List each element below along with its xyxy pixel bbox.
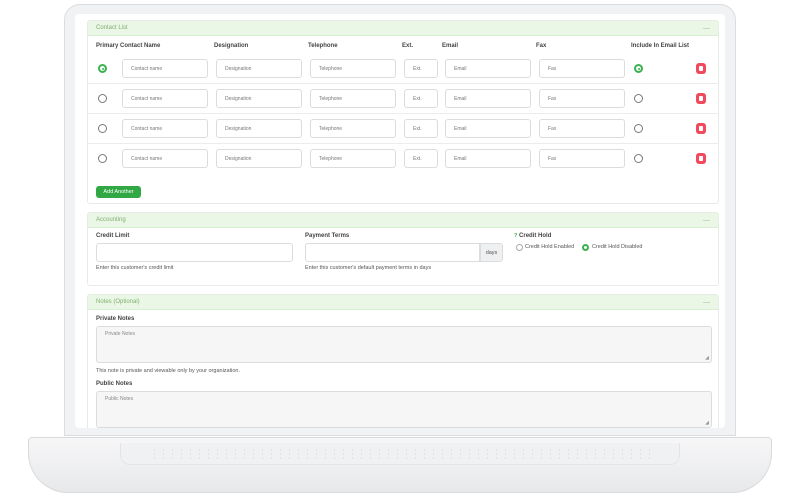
ext-input[interactable]: Ext. bbox=[404, 89, 438, 108]
accounting-section: Accounting — Credit Limit Enter this cus… bbox=[87, 212, 719, 286]
private-notes-label: Private Notes bbox=[96, 316, 135, 322]
days-addon: days bbox=[480, 243, 503, 262]
delete-icon[interactable] bbox=[696, 153, 706, 164]
credit-hold-label-group: ? Credit Hold bbox=[514, 233, 551, 239]
fax-input[interactable]: Fax bbox=[539, 119, 625, 138]
fax-input[interactable]: Fax bbox=[539, 59, 625, 78]
credit-hold-enabled-label[interactable]: Credit Hold Enabled bbox=[525, 244, 574, 250]
delete-icon[interactable] bbox=[696, 63, 706, 74]
primary-radio[interactable] bbox=[98, 154, 107, 163]
resize-handle-icon[interactable]: ◢ bbox=[705, 355, 709, 361]
section-title: Accounting bbox=[96, 217, 126, 223]
public-notes-placeholder: Public Notes bbox=[105, 396, 134, 402]
include-email-radio[interactable] bbox=[634, 64, 643, 73]
notes-header[interactable]: Notes (Optional) — bbox=[88, 295, 718, 310]
ext-input[interactable]: Ext. bbox=[404, 119, 438, 138]
header-telephone: Telephone bbox=[308, 43, 338, 49]
header-include-email: Include In Email List bbox=[631, 43, 690, 49]
include-email-radio[interactable] bbox=[634, 154, 643, 163]
header-ext: Ext. bbox=[402, 43, 414, 49]
header-primary-contact: Primary Contact Name bbox=[96, 43, 161, 49]
primary-radio[interactable] bbox=[98, 124, 107, 133]
private-notes-textarea[interactable]: Private Notes ◢ bbox=[96, 326, 712, 363]
payment-terms-label: Payment Terms bbox=[305, 233, 350, 239]
table-row: Contact name Designation Telephone Ext. … bbox=[88, 54, 718, 84]
ext-input[interactable]: Ext. bbox=[404, 59, 438, 78]
include-email-radio[interactable] bbox=[634, 94, 643, 103]
delete-icon[interactable] bbox=[696, 123, 706, 134]
fax-input[interactable]: Fax bbox=[539, 149, 625, 168]
help-icon[interactable]: ? bbox=[514, 233, 517, 239]
table-row: Contact name Designation Telephone Ext. … bbox=[88, 114, 718, 144]
collapse-icon[interactable]: — bbox=[703, 25, 710, 32]
credit-hold-disabled-radio[interactable] bbox=[582, 244, 589, 251]
screen: Contact List — Primary Contact Name Desi… bbox=[75, 14, 725, 428]
telephone-input[interactable]: Telephone bbox=[310, 89, 396, 108]
credit-hold-disabled-label[interactable]: Credit Hold Disabled bbox=[592, 244, 642, 250]
private-notes-hint: This note is private and viewable only b… bbox=[96, 368, 240, 374]
telephone-input[interactable]: Telephone bbox=[310, 119, 396, 138]
contact-list-header[interactable]: Contact List — bbox=[88, 21, 718, 36]
notes-section: Notes (Optional) — Private Notes Private… bbox=[87, 294, 719, 428]
collapse-icon[interactable]: — bbox=[703, 299, 710, 306]
header-email: Email bbox=[442, 43, 459, 49]
designation-input[interactable]: Designation bbox=[216, 59, 302, 78]
designation-input[interactable]: Designation bbox=[216, 119, 302, 138]
contact-name-input[interactable]: Contact name bbox=[122, 89, 208, 108]
designation-input[interactable]: Designation bbox=[216, 149, 302, 168]
section-title: Notes (Optional) bbox=[96, 299, 140, 305]
collapse-icon[interactable]: — bbox=[703, 217, 710, 224]
keyboard-texture bbox=[150, 448, 650, 460]
telephone-input[interactable]: Telephone bbox=[310, 59, 396, 78]
contact-rows: Contact name Designation Telephone Ext. … bbox=[88, 54, 718, 174]
contact-name-input[interactable]: Contact name bbox=[122, 59, 208, 78]
email-input[interactable]: Email bbox=[445, 149, 531, 168]
accounting-header[interactable]: Accounting — bbox=[88, 213, 718, 228]
include-email-radio[interactable] bbox=[634, 124, 643, 133]
fax-input[interactable]: Fax bbox=[539, 89, 625, 108]
payment-terms-input[interactable] bbox=[305, 243, 480, 262]
table-header: Primary Contact Name Designation Telepho… bbox=[88, 36, 718, 54]
payment-terms-hint: Enter this customer's default payment te… bbox=[305, 265, 432, 271]
telephone-input[interactable]: Telephone bbox=[310, 149, 396, 168]
resize-handle-icon[interactable]: ◢ bbox=[705, 420, 709, 426]
credit-hold-label: Credit Hold bbox=[519, 233, 552, 239]
private-notes-placeholder: Private Notes bbox=[105, 331, 136, 337]
public-notes-textarea[interactable]: Public Notes ◢ bbox=[96, 391, 712, 428]
credit-limit-input[interactable] bbox=[96, 243, 293, 262]
primary-radio[interactable] bbox=[98, 64, 107, 73]
header-designation: Designation bbox=[214, 43, 249, 49]
delete-icon[interactable] bbox=[696, 93, 706, 104]
ext-input[interactable]: Ext. bbox=[404, 149, 438, 168]
email-input[interactable]: Email bbox=[445, 89, 531, 108]
credit-limit-label: Credit Limit bbox=[96, 233, 130, 239]
contact-list-section: Contact List — Primary Contact Name Desi… bbox=[87, 20, 719, 204]
table-row: Contact name Designation Telephone Ext. … bbox=[88, 84, 718, 114]
section-title: Contact List bbox=[96, 25, 128, 31]
header-fax: Fax bbox=[536, 43, 547, 49]
contact-name-input[interactable]: Contact name bbox=[122, 149, 208, 168]
add-another-button[interactable]: Add Another bbox=[96, 186, 141, 198]
primary-radio[interactable] bbox=[98, 94, 107, 103]
credit-hold-enabled-radio[interactable] bbox=[516, 244, 523, 251]
designation-input[interactable]: Designation bbox=[216, 89, 302, 108]
credit-limit-hint: Enter this customer's credit limit bbox=[96, 265, 174, 271]
email-input[interactable]: Email bbox=[445, 119, 531, 138]
email-input[interactable]: Email bbox=[445, 59, 531, 78]
table-row: Contact name Designation Telephone Ext. … bbox=[88, 144, 718, 174]
contact-name-input[interactable]: Contact name bbox=[122, 119, 208, 138]
public-notes-label: Public Notes bbox=[96, 381, 133, 387]
